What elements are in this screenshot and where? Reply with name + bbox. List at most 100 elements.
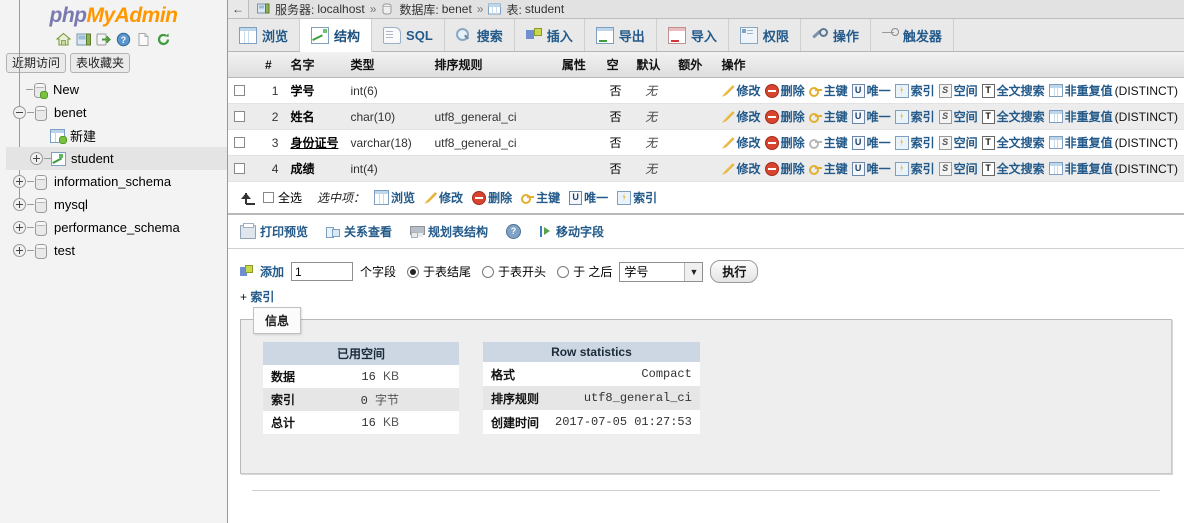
tree-item-new[interactable]: New <box>6 78 227 101</box>
tab-insert[interactable]: 插入 <box>514 19 585 51</box>
drop-action[interactable]: 删除 <box>764 134 805 151</box>
row-checkbox[interactable] <box>234 136 245 148</box>
favorite-tables-tab[interactable]: 表收藏夹 <box>70 53 131 73</box>
select-all-control[interactable]: 全选 <box>263 189 302 206</box>
drop-action[interactable]: 删除 <box>764 82 805 99</box>
back-button[interactable]: ← <box>228 0 249 18</box>
drop-action[interactable]: 删除 <box>764 108 805 125</box>
home-icon[interactable] <box>55 32 72 47</box>
row-checkbox-cell[interactable] <box>228 129 259 156</box>
expand-toggle-student[interactable] <box>30 152 43 165</box>
unique-action[interactable]: U 唯一 <box>851 82 891 99</box>
row-checkbox-cell[interactable] <box>228 103 259 130</box>
spatial-action[interactable]: S 空间 <box>938 134 978 151</box>
propose-structure-link[interactable]: 规划表结构 <box>410 223 488 240</box>
spatial-action[interactable]: S 空间 <box>938 160 978 177</box>
add-label[interactable]: 添加 <box>260 263 284 280</box>
logout-icon[interactable] <box>96 32 111 47</box>
index-action[interactable]: 索引 <box>894 160 935 177</box>
tree-item-test[interactable]: test <box>6 239 227 262</box>
primary-action[interactable]: 主键 <box>808 82 848 99</box>
go-button[interactable]: 执行 <box>710 260 759 283</box>
bulk-browse-action[interactable]: 浏览 <box>374 189 415 206</box>
tab-import[interactable]: 导入 <box>656 19 729 51</box>
fulltext-action[interactable]: T 全文搜索 <box>981 134 1045 151</box>
tree-item-mysql[interactable]: mysql <box>6 193 227 216</box>
tree-item-benet[interactable]: benet <box>6 101 227 124</box>
tab-structure[interactable]: 结构 <box>300 19 373 52</box>
select-all-checkbox[interactable] <box>263 192 274 203</box>
bulk-unique-action[interactable]: U 唯一 <box>569 189 608 206</box>
breadcrumb-table-value[interactable]: student <box>525 2 564 16</box>
bulk-primary-action[interactable]: 主键 <box>521 189 560 206</box>
relation-view-link[interactable]: 关系查看 <box>326 223 392 240</box>
radio-after[interactable] <box>557 265 570 278</box>
row-checkbox[interactable] <box>234 84 245 96</box>
tab-search[interactable]: 搜索 <box>444 19 515 51</box>
distinct-action[interactable]: 非重复值 (DISTINCT) <box>1048 108 1178 125</box>
radio-at-end[interactable] <box>407 265 420 278</box>
fulltext-action[interactable]: T 全文搜索 <box>981 160 1045 177</box>
expand-toggle-performance-schema[interactable] <box>13 221 26 234</box>
recent-tables-tab[interactable]: 近期访问 <box>6 53 67 73</box>
row-checkbox-cell[interactable] <box>228 77 259 104</box>
print-view-link[interactable]: 打印预览 <box>240 222 308 240</box>
distinct-action[interactable]: 非重复值 (DISTINCT) <box>1048 134 1178 151</box>
row-checkbox-cell[interactable] <box>228 155 259 182</box>
tree-item-student[interactable]: student <box>6 147 227 170</box>
refresh-icon[interactable] <box>156 32 171 47</box>
add-count-input[interactable] <box>291 262 354 281</box>
after-column-select[interactable]: 学号 ▼ <box>619 261 704 282</box>
spatial-action[interactable]: S 空间 <box>938 82 978 99</box>
edit-action[interactable]: 修改 <box>721 82 761 99</box>
primary-action[interactable]: 主键 <box>808 134 848 151</box>
drop-action[interactable]: 删除 <box>764 160 805 177</box>
index-action[interactable]: 索引 <box>894 108 935 125</box>
row-checkbox[interactable] <box>234 162 245 174</box>
radio-at-beginning[interactable] <box>482 265 495 278</box>
position-at-end-option[interactable]: 于表结尾 <box>407 263 471 280</box>
tree-item-new-table[interactable]: 新建 <box>6 124 227 147</box>
server-icon[interactable] <box>76 32 91 47</box>
unique-action[interactable]: U 唯一 <box>851 108 891 125</box>
tab-export[interactable]: 导出 <box>584 19 657 51</box>
index-action[interactable]: 索引 <box>894 82 935 99</box>
tree-item-performance-schema[interactable]: performance_schema <box>6 216 227 239</box>
add-index-link[interactable]: 索引 <box>250 290 274 304</box>
distinct-action[interactable]: 非重复值 (DISTINCT) <box>1048 82 1178 99</box>
help-icon[interactable]: ? <box>116 32 131 47</box>
edit-action[interactable]: 修改 <box>721 160 761 177</box>
distinct-action[interactable]: 非重复值 (DISTINCT) <box>1048 160 1178 177</box>
unique-action[interactable]: U 唯一 <box>851 160 891 177</box>
position-at-beginning-option[interactable]: 于表开头 <box>482 263 546 280</box>
collapse-toggle-benet[interactable] <box>13 106 26 119</box>
move-columns-link[interactable]: 移动字段 <box>539 223 604 240</box>
unique-action[interactable]: U 唯一 <box>851 134 891 151</box>
tab-operations[interactable]: 操作 <box>800 19 871 51</box>
docs-icon[interactable] <box>136 32 151 47</box>
tab-browse[interactable]: 浏览 <box>228 19 301 51</box>
help-link[interactable]: ? <box>506 224 522 239</box>
tree-item-information-schema[interactable]: information_schema <box>6 170 227 193</box>
fulltext-action[interactable]: T 全文搜索 <box>981 108 1045 125</box>
breadcrumb-server-value[interactable]: localhost <box>317 2 364 16</box>
chevron-down-icon[interactable]: ▼ <box>684 262 703 281</box>
tab-sql[interactable]: SQL <box>372 19 445 51</box>
primary-action[interactable]: 主键 <box>808 160 848 177</box>
primary-action[interactable]: 主键 <box>808 108 848 125</box>
fulltext-action[interactable]: T 全文搜索 <box>981 82 1045 99</box>
row-checkbox[interactable] <box>234 110 245 122</box>
bulk-drop-action[interactable]: 删除 <box>472 189 512 206</box>
bulk-edit-action[interactable]: 修改 <box>424 189 463 206</box>
index-action[interactable]: 索引 <box>894 134 935 151</box>
breadcrumb-db-value[interactable]: benet <box>442 2 472 16</box>
expand-toggle-test[interactable] <box>13 244 26 257</box>
spatial-action[interactable]: S 空间 <box>938 108 978 125</box>
phpmyadmin-logo[interactable]: php MyAdmin <box>0 0 227 29</box>
edit-action[interactable]: 修改 <box>721 134 761 151</box>
tab-privileges[interactable]: 权限 <box>728 19 801 51</box>
expand-toggle-mysql[interactable] <box>13 198 26 211</box>
position-after-option[interactable]: 于 之后 <box>557 263 612 280</box>
edit-action[interactable]: 修改 <box>721 108 761 125</box>
expand-toggle-information-schema[interactable] <box>13 175 26 188</box>
